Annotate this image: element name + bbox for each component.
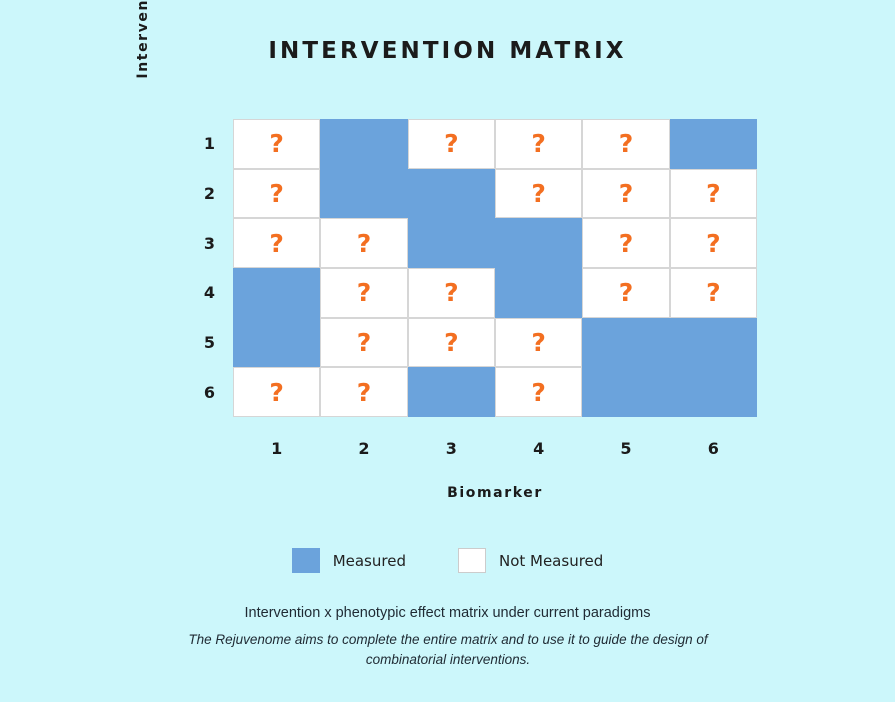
question-mark-icon: ?	[269, 129, 284, 159]
question-mark-icon: ?	[269, 178, 284, 208]
matrix-cell[interactable]: ?	[407, 268, 495, 318]
matrix-cell[interactable]	[495, 218, 583, 268]
x-axis-tick-label: 1	[271, 438, 283, 458]
matrix-cell[interactable]: ?	[495, 119, 583, 169]
question-mark-icon: ?	[356, 377, 372, 407]
matrix-cell[interactable]	[669, 367, 757, 417]
x-axis-tick-label: 5	[620, 438, 632, 458]
matrix-plot-area: ??????????????????????	[233, 119, 757, 417]
question-mark-icon: ?	[356, 228, 372, 258]
matrix-cell[interactable]: ?	[582, 268, 670, 318]
question-mark-icon: ?	[618, 228, 634, 258]
matrix-cell[interactable]	[320, 168, 408, 219]
y-axis-tick-label: 5	[203, 333, 215, 353]
question-mark-icon: ?	[531, 129, 546, 159]
matrix-cell[interactable]	[233, 317, 321, 368]
legend-swatch-icon	[291, 548, 320, 573]
x-axis-tick-label: 3	[445, 438, 457, 458]
question-mark-icon: ?	[531, 178, 546, 208]
matrix-cell[interactable]: ?	[495, 367, 583, 417]
matrix-cell[interactable]	[320, 119, 408, 169]
question-mark-icon: ?	[356, 327, 372, 357]
matrix-cell[interactable]: ?	[233, 367, 321, 417]
y-axis-tick-label: 3	[203, 233, 215, 253]
matrix-cell[interactable]: ?	[669, 168, 757, 219]
question-mark-icon: ?	[618, 129, 634, 159]
question-mark-icon: ?	[531, 327, 546, 357]
question-mark-icon: ?	[444, 327, 459, 357]
matrix-cell[interactable]	[407, 367, 495, 417]
matrix-cell[interactable]: ?	[320, 218, 408, 268]
x-axis-label: Biomarker	[447, 485, 543, 501]
matrix-cell[interactable]: ?	[407, 119, 495, 169]
question-mark-icon: ?	[618, 278, 634, 308]
caption-primary: Intervention x phenotypic effect matrix …	[244, 605, 651, 621]
y-axis-tick-label: 1	[203, 134, 215, 154]
question-mark-icon: ?	[444, 278, 459, 308]
y-axis-tick-label: 4	[203, 283, 215, 303]
matrix-cell[interactable]: ?	[233, 218, 321, 268]
matrix-grid: ??????????????????????	[233, 119, 757, 417]
matrix-cell[interactable]: ?	[495, 317, 583, 368]
chart-canvas: INTERVENTION MATRIX Intervention 123456 …	[0, 0, 895, 702]
matrix-cell[interactable]	[669, 317, 757, 368]
y-axis-label: Intervention	[135, 0, 151, 79]
question-mark-icon: ?	[618, 178, 634, 208]
question-mark-icon: ?	[706, 178, 721, 208]
x-axis-tick-label: 6	[707, 438, 719, 458]
y-axis-tick-label: 2	[203, 184, 215, 203]
question-mark-icon: ?	[444, 129, 459, 159]
x-axis-tick-label: 4	[533, 438, 545, 458]
matrix-cell[interactable]: ?	[495, 168, 583, 219]
matrix-cell[interactable]: ?	[320, 317, 408, 368]
legend-label: Measured	[332, 551, 406, 570]
question-mark-icon: ?	[706, 278, 721, 308]
question-mark-icon: ?	[269, 377, 284, 407]
matrix-cell[interactable]: ?	[320, 268, 408, 318]
legend-item-not-measured[interactable]: Not Measured	[457, 548, 604, 573]
matrix-cell[interactable]: ?	[582, 168, 670, 219]
legend: Measured Not Measured	[0, 548, 895, 573]
matrix-cell[interactable]: ?	[320, 367, 408, 417]
matrix-cell[interactable]: ?	[582, 119, 670, 169]
matrix-cell[interactable]: ?	[669, 268, 757, 318]
matrix-cell[interactable]: ?	[233, 168, 321, 219]
matrix-cell[interactable]	[495, 268, 583, 318]
x-axis-ticks: 1 2 3 4 5 6	[233, 436, 757, 460]
caption-secondary: The Rejuvenome aims to complete the enti…	[188, 632, 708, 667]
matrix-cell[interactable]: ?	[233, 119, 321, 169]
matrix-cell[interactable]: ?	[669, 218, 757, 268]
matrix-cell[interactable]	[582, 367, 670, 417]
y-axis-tick-label: 6	[203, 382, 215, 402]
matrix-cell[interactable]	[407, 218, 495, 268]
question-mark-icon: ?	[706, 228, 721, 258]
matrix-cell[interactable]	[407, 168, 495, 219]
matrix-cell[interactable]: ?	[582, 218, 670, 268]
y-axis-ticks: 1 2 3 4 5 6	[173, 119, 223, 417]
question-mark-icon: ?	[269, 228, 284, 258]
question-mark-icon: ?	[531, 377, 546, 407]
x-axis-tick-label: 2	[358, 438, 370, 458]
legend-item-measured[interactable]: Measured	[291, 548, 406, 573]
matrix-cell[interactable]	[669, 119, 757, 169]
matrix-cell[interactable]: ?	[407, 317, 495, 368]
legend-swatch-icon	[457, 548, 486, 573]
matrix-cell[interactable]	[233, 268, 321, 318]
question-mark-icon: ?	[356, 278, 372, 308]
matrix-cell[interactable]	[582, 317, 670, 368]
legend-label: Not Measured	[498, 551, 604, 570]
